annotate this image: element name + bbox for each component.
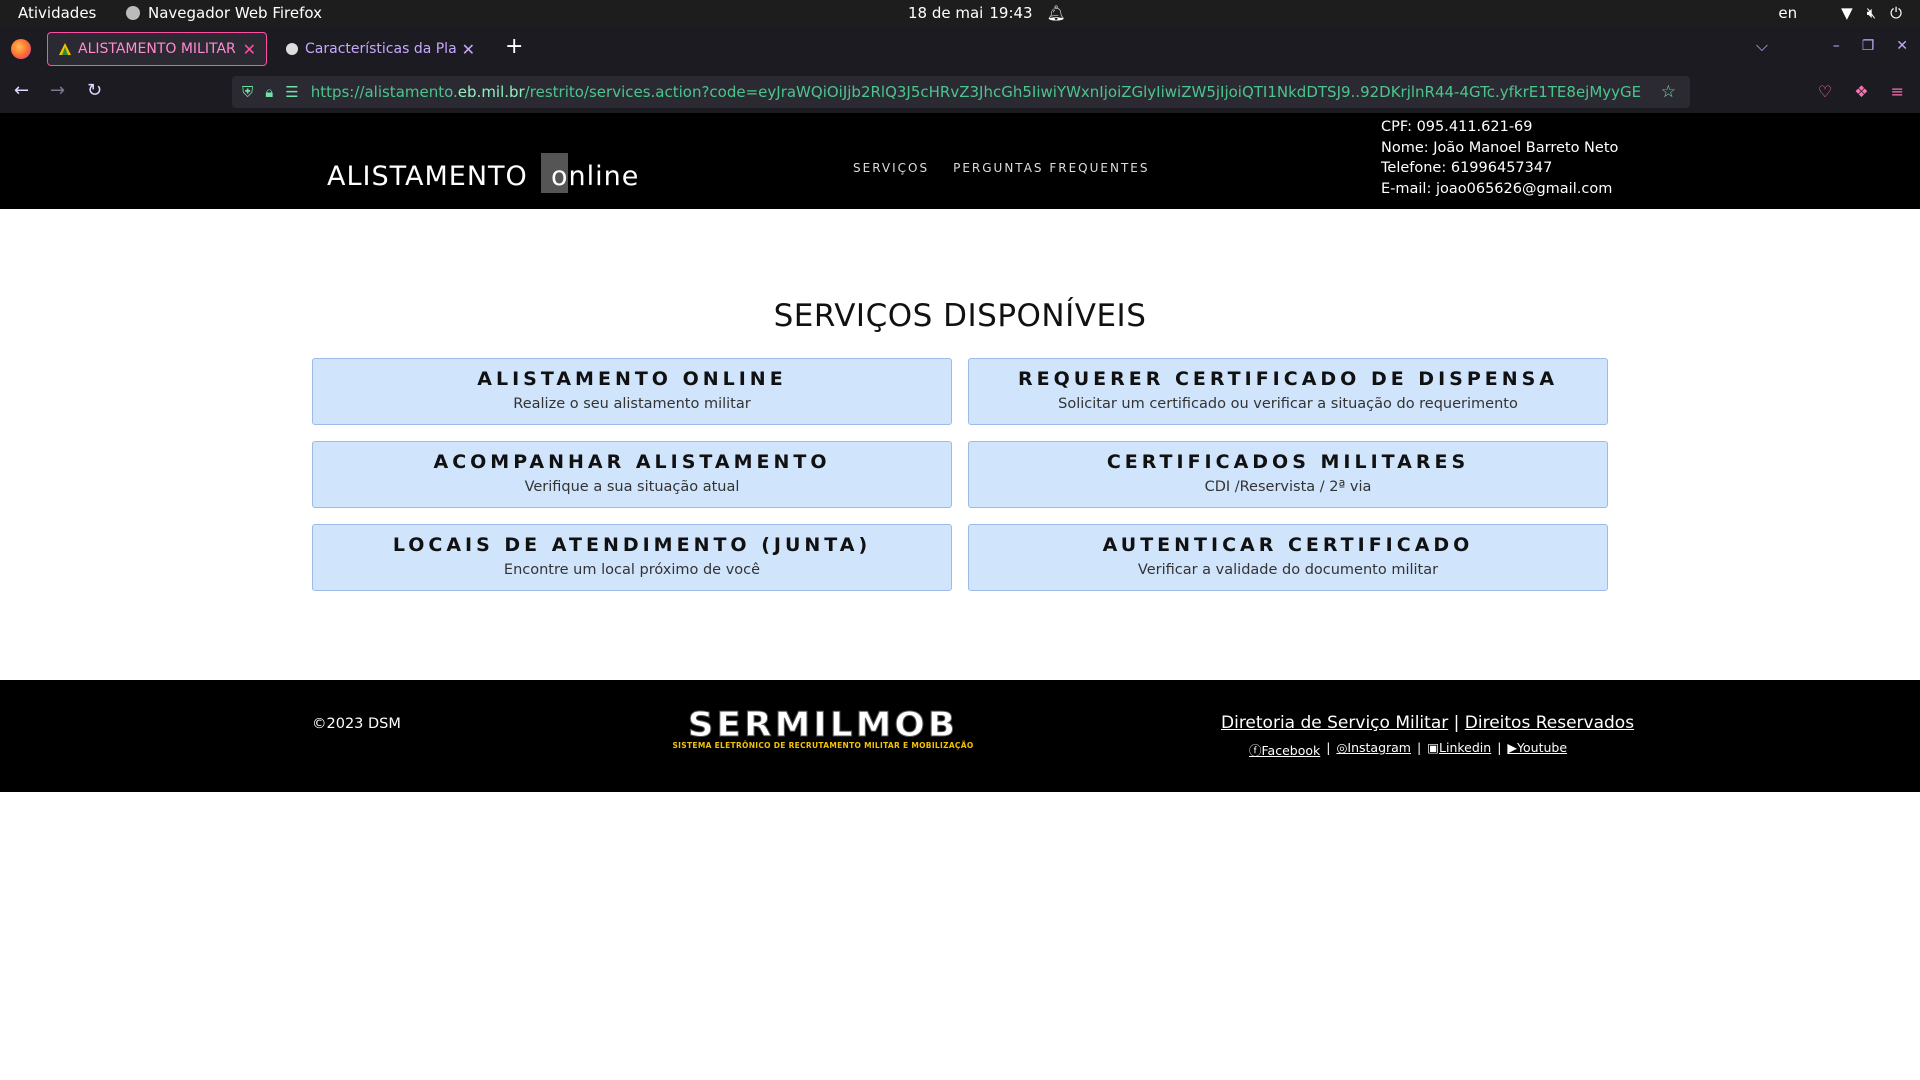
card-subtitle: Realize o seu alistamento militar — [513, 396, 751, 412]
card-subtitle: Verificar a validade do documento milita… — [1137, 562, 1439, 578]
power-icon: ⏻ — [1890, 4, 1902, 22]
menu-icon[interactable]: ≡ — [1891, 82, 1904, 101]
url-text[interactable]: https://alistamento.eb.mil.br/restrito/s… — [311, 83, 1641, 101]
user-cpf: CPF: 095.411.621-69 — [1381, 119, 1533, 135]
tab-alistamento[interactable]: ALISTAMENTO MILITAR O ✕ — [47, 32, 267, 66]
new-tab-icon[interactable]: + — [505, 34, 523, 59]
nav-perguntas-frequentes[interactable]: PERGUNTAS FREQUENTES — [953, 161, 1149, 175]
nav-toolbar: ← → ↻ ⛨ 🔒︎ ☰ https://alistamento.eb.mil.… — [0, 71, 1920, 113]
link-direitos[interactable]: Direitos Reservados — [1465, 713, 1634, 733]
card-subtitle: Verifique a sua situação atual — [524, 479, 740, 495]
date-label: 18 de mai — [908, 4, 984, 22]
card-requerer-certificado[interactable]: REQUERER CERTIFICADO DE DISPENSA Solicit… — [968, 358, 1608, 425]
copyright: ©2023 DSM — [312, 716, 401, 732]
minimize-icon[interactable]: – — [1833, 38, 1840, 54]
nav-servicos[interactable]: SERVIÇOS — [853, 161, 929, 175]
os-top-bar: Atividades Navegador Web Firefox 18 de m… — [0, 0, 1920, 27]
logo-main-text: ALISTAMENTO — [327, 161, 528, 192]
shield-icon[interactable]: ⛨ — [242, 83, 253, 101]
sermilmob-logo: SERMILMOB SISTEMA ELETRÔNICO DE RECRUTAM… — [650, 708, 996, 751]
wifi-icon: ▼ — [1841, 4, 1853, 22]
card-certificados-militares[interactable]: CERTIFICADOS MILITARES CDI /Reservista /… — [968, 441, 1608, 508]
card-title: ALISTAMENTO ONLINE — [477, 368, 787, 390]
facebook-icon: ⓕ — [1249, 743, 1262, 758]
instagram-icon: ◎ — [1336, 740, 1348, 755]
github-favicon-icon — [286, 43, 298, 55]
extensions-icon[interactable]: ❖ — [1854, 82, 1868, 101]
youtube-icon: ▶ — [1507, 740, 1518, 755]
forward-icon[interactable]: → — [50, 80, 65, 101]
clock[interactable]: 18 de mai 19:43 🔔︎ — [908, 4, 1066, 22]
pocket-icon[interactable]: ♡ — [1818, 82, 1832, 101]
time-label: 19:43 — [989, 4, 1033, 22]
card-title: ACOMPANHAR ALISTAMENTO — [433, 451, 831, 473]
list-tabs-icon[interactable]: ⌵ — [1756, 36, 1768, 56]
instagram-link[interactable]: ◎Instagram — [1336, 740, 1411, 759]
app-menu[interactable]: Navegador Web Firefox — [126, 4, 322, 22]
site-nav: SERVIÇOS PERGUNTAS FREQUENTES — [853, 161, 1149, 175]
card-subtitle: Encontre um local próximo de você — [503, 562, 761, 578]
brand-name: SERMILMOB — [687, 705, 959, 745]
restore-icon[interactable]: ❐ — [1862, 38, 1875, 54]
lock-icon[interactable]: 🔒︎ — [265, 83, 273, 101]
card-title: REQUERER CERTIFICADO DE DISPENSA — [1017, 368, 1559, 390]
logo-sub-text: online — [550, 161, 640, 192]
youtube-link[interactable]: ▶Youtube — [1507, 740, 1567, 759]
user-telefone: Telefone: 61996457347 — [1381, 160, 1553, 176]
window-controls: – ❐ ✕ — [1833, 38, 1908, 54]
linkedin-link[interactable]: ▣Linkedin — [1427, 740, 1491, 759]
back-icon[interactable]: ← — [14, 80, 29, 101]
facebook-link[interactable]: ⓕFacebook — [1249, 740, 1320, 759]
close-window-icon[interactable]: ✕ — [1896, 38, 1908, 54]
volume-icon: 🔇︎ — [1866, 4, 1877, 22]
site-logo[interactable]: ALISTAMENTO online — [327, 153, 639, 193]
user-info: CPF: 095.411.621-69 Nome: João Manoel Ba… — [1381, 117, 1618, 199]
card-title: LOCAIS DE ATENDIMENTO (JUNTA) — [392, 534, 872, 556]
site-header: ALISTAMENTO online SERVIÇOS PERGUNTAS FR… — [0, 113, 1920, 209]
system-tray[interactable]: en ▼ 🔇︎ ⏻ — [1778, 4, 1902, 22]
tab-title: ALISTAMENTO MILITAR O — [78, 41, 237, 57]
card-alistamento-online[interactable]: ALISTAMENTO ONLINE Realize o seu alistam… — [312, 358, 952, 425]
linkedin-icon: ▣ — [1427, 740, 1440, 755]
bell-icon: 🔔︎ — [1046, 4, 1066, 22]
link-separator: | — [1453, 713, 1460, 733]
site-favicon-icon — [59, 43, 71, 55]
tab-caracteristicas[interactable]: Características da Platafor ✕ — [275, 32, 485, 66]
card-title: AUTENTICAR CERTIFICADO — [1102, 534, 1474, 556]
card-autenticar-certificado[interactable]: AUTENTICAR CERTIFICADO Verificar a valid… — [968, 524, 1608, 591]
reload-icon[interactable]: ↻ — [87, 80, 102, 101]
firefox-icon — [126, 6, 140, 20]
user-nome: Nome: João Manoel Barreto Neto — [1381, 139, 1619, 156]
tab-strip: ALISTAMENTO MILITAR O ✕ Características … — [0, 27, 1920, 71]
site-footer: ©2023 DSM SERMILMOB SISTEMA ELETRÔNICO D… — [0, 680, 1920, 792]
language-indicator[interactable]: en — [1778, 4, 1797, 22]
page-title: SERVIÇOS DISPONÍVEIS — [773, 298, 1147, 334]
app-name: Navegador Web Firefox — [148, 4, 322, 22]
activities-button[interactable]: Atividades — [18, 4, 96, 22]
card-locais-atendimento[interactable]: LOCAIS DE ATENDIMENTO (JUNTA) Encontre u… — [312, 524, 952, 591]
permissions-icon[interactable]: ☰ — [285, 83, 298, 101]
card-subtitle: CDI /Reservista / 2ª via — [1204, 479, 1372, 495]
social-links: ⓕFacebook | ◎Instagram | ▣Linkedin | ▶Yo… — [1249, 740, 1568, 759]
tab-title: Características da Platafor — [305, 41, 456, 57]
firefox-menu-icon[interactable] — [11, 39, 31, 59]
card-title: CERTIFICADOS MILITARES — [1106, 451, 1470, 473]
card-subtitle: Solicitar um certificado ou verificar a … — [1058, 396, 1518, 412]
footer-links: Diretoria de Serviço Militar | Direitos … — [1221, 713, 1634, 733]
close-tab-icon[interactable]: ✕ — [462, 40, 475, 59]
close-tab-icon[interactable]: ✕ — [243, 40, 256, 59]
link-diretoria[interactable]: Diretoria de Serviço Militar — [1221, 713, 1448, 733]
bookmark-star-icon[interactable]: ☆ — [1661, 82, 1676, 102]
url-bar[interactable]: ⛨ 🔒︎ ☰ https://alistamento.eb.mil.br/res… — [232, 76, 1690, 108]
user-email: E-mail: joao065626@gmail.com — [1381, 180, 1613, 197]
card-acompanhar-alistamento[interactable]: ACOMPANHAR ALISTAMENTO Verifique a sua s… — [312, 441, 952, 508]
